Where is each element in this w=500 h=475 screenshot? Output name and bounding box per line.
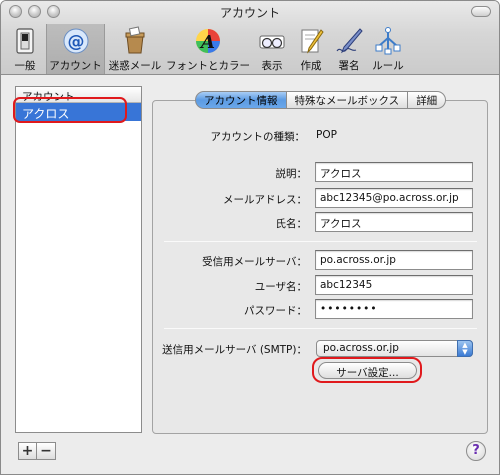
toolbar-toggle-button[interactable] — [471, 6, 491, 17]
toolbar-label-fonts-colors: フォントとカラー — [166, 60, 250, 72]
highlight-ring-account — [13, 97, 127, 123]
junk-mail-icon — [125, 26, 145, 54]
select-arrows-icon: ▲ ▼ — [457, 340, 473, 357]
separator — [164, 241, 477, 242]
password-label: パスワード： — [244, 305, 307, 317]
at-sign-icon: @ — [63, 28, 88, 54]
tab-special-mailboxes[interactable]: 特殊なメールボックス — [286, 91, 409, 109]
smtp-server-select[interactable]: po.across.or.jp ▲ ▼ — [316, 340, 473, 357]
glasses-icon — [259, 35, 285, 49]
incoming-server-field[interactable]: po.across.or.jp — [315, 250, 473, 270]
font-color-icon: A — [196, 29, 220, 53]
pencil-paper-icon — [301, 29, 324, 54]
add-account-button[interactable]: + — [18, 442, 37, 460]
toolbar-label-signatures: 署名 — [338, 60, 360, 72]
toolbar-label-rules: ルール — [372, 60, 404, 72]
email-field[interactable]: abc12345@po.across.or.jp — [315, 188, 473, 208]
rules-icon — [375, 27, 401, 55]
email-label: メールアドレス： — [223, 194, 307, 206]
tab-advanced[interactable]: 詳細 — [408, 91, 447, 109]
description-field[interactable]: アクロス — [315, 162, 473, 182]
signature-pen-icon — [336, 28, 363, 54]
svg-text:@: @ — [67, 32, 84, 52]
window-title: アカウント — [219, 6, 280, 20]
password-field[interactable]: •••••••• — [315, 299, 473, 319]
incoming-server-label: 受信用メールサーバ： — [202, 256, 307, 268]
toolbar-label-general: 一般 — [14, 60, 36, 72]
account-type-value: POP — [316, 129, 337, 141]
toolbar-accounts[interactable]: @ アカウント — [46, 24, 105, 74]
svg-text:A: A — [199, 32, 215, 53]
toolbar-signatures[interactable]: 署名 — [331, 24, 367, 74]
help-button[interactable]: ? — [466, 441, 486, 461]
smtp-server-label: 送信用メールサーバ (SMTP)： — [162, 344, 307, 356]
account-add-remove: + − — [18, 442, 58, 460]
description-label: 説明： — [275, 168, 308, 180]
toolbar-label-junk-mail: 迷惑メール — [108, 60, 162, 72]
window-chrome: アカウント 一般 @ アカウント 迷惑メール A フォントとカラー 表示 作成 … — [1, 1, 499, 75]
toolbar-fonts-colors[interactable]: A フォントとカラー — [164, 24, 252, 74]
titlebar: アカウント — [1, 1, 499, 23]
tab-bar: アカウント情報 特殊なメールボックス 詳細 — [195, 91, 447, 109]
username-label: ユーザ名： — [254, 281, 307, 293]
highlight-ring-server-settings — [312, 357, 422, 383]
toolbar-label-composing: 作成 — [300, 60, 322, 72]
toolbar-composing[interactable]: 作成 — [292, 24, 330, 74]
username-field[interactable]: abc12345 — [315, 275, 473, 295]
remove-account-button[interactable]: − — [37, 442, 56, 460]
full-name-field[interactable]: アクロス — [315, 212, 473, 232]
toolbar-label-accounts: アカウント — [49, 60, 102, 72]
separator — [164, 328, 477, 329]
account-list: アカウント アクロス — [15, 86, 142, 433]
smtp-server-selected-value: po.across.or.jp — [323, 342, 399, 354]
toolbar-junk-mail[interactable]: 迷惑メール — [107, 24, 163, 74]
preferences-window: アカウント 一般 @ アカウント 迷惑メール A フォントとカラー 表示 作成 … — [0, 0, 500, 475]
toolbar: 一般 @ アカウント 迷惑メール A フォントとカラー 表示 作成 署名 ルール — [1, 24, 499, 74]
switch-icon — [16, 28, 34, 54]
toolbar-label-viewing: 表示 — [261, 60, 283, 72]
toolbar-viewing[interactable]: 表示 — [253, 24, 291, 74]
full-name-label: 氏名： — [275, 218, 308, 230]
toolbar-rules[interactable]: ルール — [368, 24, 408, 74]
toolbar-general[interactable]: 一般 — [5, 24, 45, 74]
tab-account-info[interactable]: アカウント情報 — [195, 91, 287, 109]
account-type-label: アカウントの種類： — [210, 131, 306, 143]
